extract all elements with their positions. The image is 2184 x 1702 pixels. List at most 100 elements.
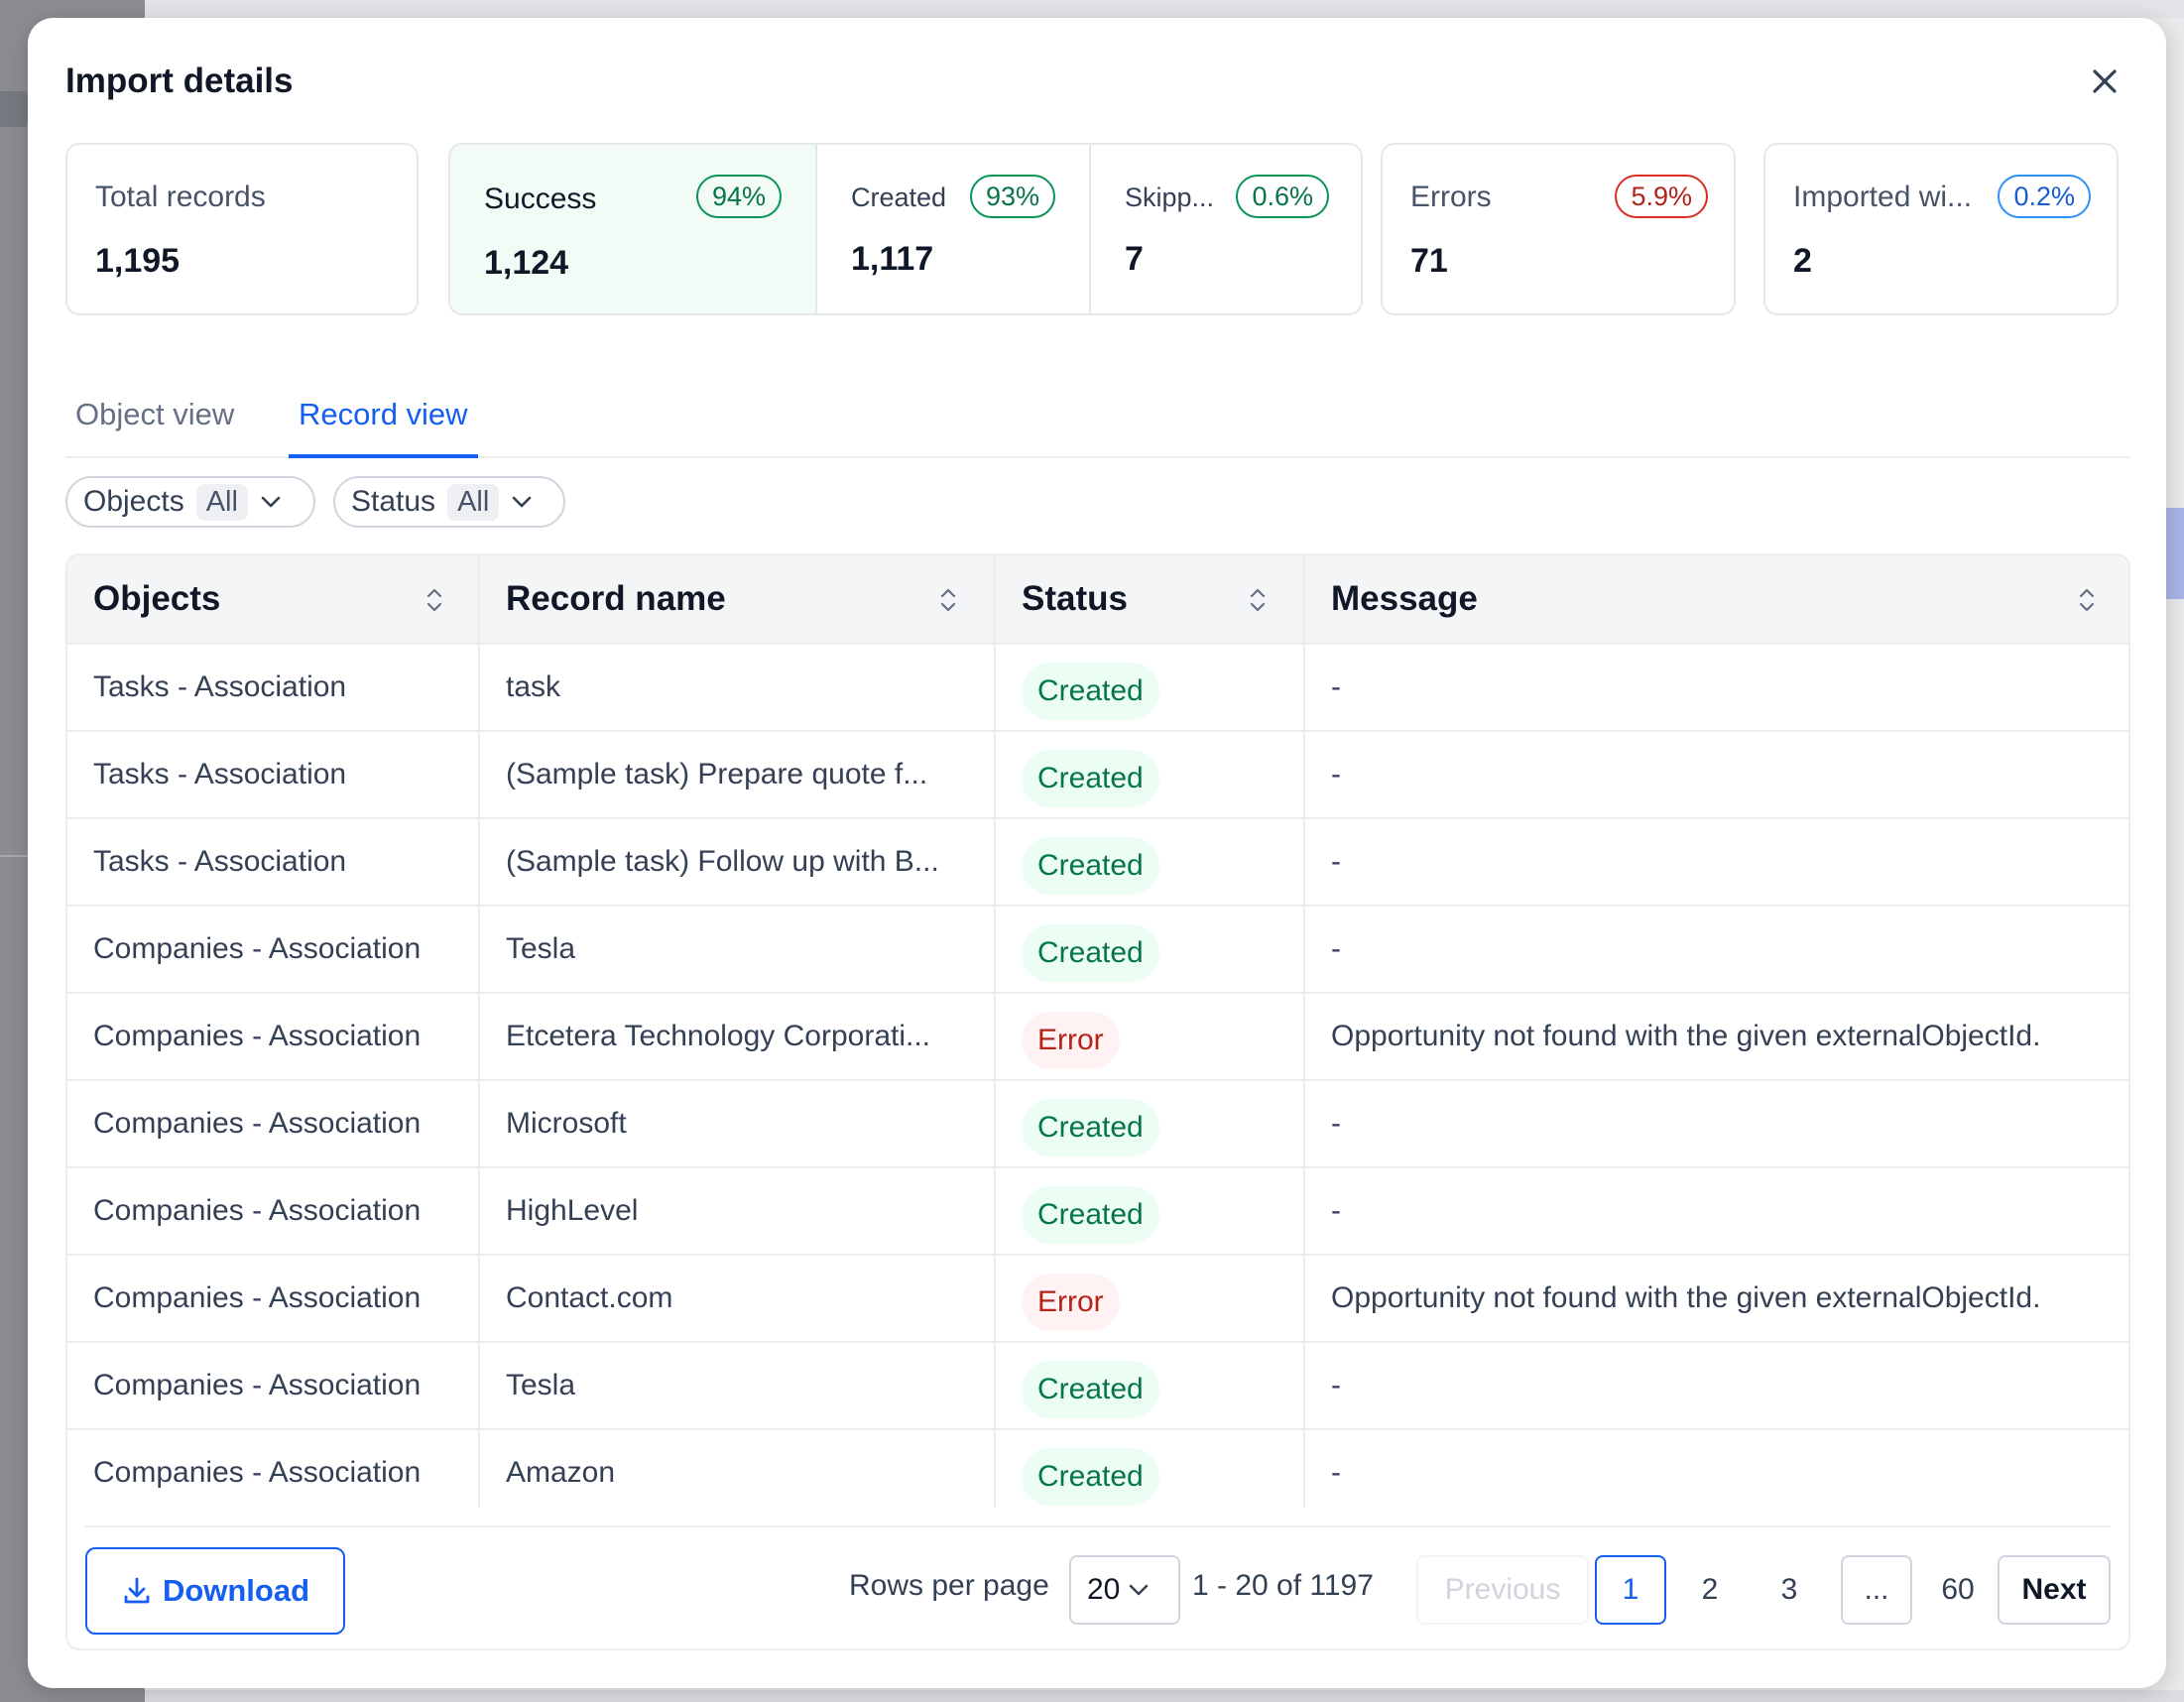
download-button[interactable]: Download xyxy=(85,1547,345,1635)
table-row[interactable]: Companies - Association Microsoft Created - xyxy=(67,1079,2128,1166)
stat-label: Created xyxy=(851,182,947,212)
cell-message: - xyxy=(1331,1107,1341,1140)
objects-filter[interactable]: Objects All xyxy=(65,476,315,528)
cell-status: Created xyxy=(996,1168,1303,1254)
stat-value: 71 xyxy=(1410,242,1448,280)
page-button-60[interactable]: 60 xyxy=(1922,1555,1994,1625)
cell-object: Companies - Association xyxy=(93,1369,422,1401)
stat-value: 2 xyxy=(1793,242,1812,280)
column-header-label: Message xyxy=(1331,579,1478,618)
table-row[interactable]: Companies - Association HighLevel Created - xyxy=(67,1166,2128,1254)
page-button-2[interactable]: 2 xyxy=(1674,1555,1746,1625)
sort-icon xyxy=(1250,588,1266,612)
stat-label: Total records xyxy=(95,181,266,213)
cell-message: - xyxy=(1331,1369,1341,1401)
cell-object: Companies - Association xyxy=(93,1107,422,1140)
column-header-status[interactable]: Status xyxy=(996,555,1303,643)
status-badge: Created xyxy=(1022,1186,1159,1244)
footer-divider xyxy=(85,1525,2111,1527)
cell-message: Opportunity not found with the given ext… xyxy=(1331,1020,2041,1052)
status-badge: Created xyxy=(1022,1099,1159,1156)
cell-message: Opportunity not found with the given ext… xyxy=(1331,1281,2041,1314)
cell-record-name: HighLevel xyxy=(506,1194,639,1227)
sort-icon xyxy=(426,588,442,612)
pagination-range: 1 - 20 of 1197 xyxy=(1192,1569,1374,1602)
stat-label: Skipp... xyxy=(1125,182,1215,212)
background-sidebar-item xyxy=(0,91,28,127)
stat-value: 7 xyxy=(1125,240,1144,278)
column-header-message[interactable]: Message xyxy=(1305,555,2128,643)
cell-object: Companies - Association xyxy=(93,1020,422,1052)
table-row[interactable]: Companies - Association Contact.com Error O… xyxy=(67,1254,2128,1341)
cell-record-name: Etcetera Technology Corporati... xyxy=(506,1020,931,1052)
cell-message: - xyxy=(1331,670,1341,703)
records-table: Objects Record name Status Message Tasks… xyxy=(65,553,2130,1650)
column-header-label: Status xyxy=(1022,579,1128,618)
column-header-record-name[interactable]: Record name xyxy=(480,555,994,643)
close-icon xyxy=(2093,69,2117,93)
download-label: Download xyxy=(162,1573,310,1608)
stat-cards: Total records 1,195 Success 94% 1,124 Cr… xyxy=(65,143,2130,315)
cell-status: Error xyxy=(996,994,1303,1079)
status-badge: Created xyxy=(1022,1448,1159,1506)
stat-card-success: Success 94% 1,124 xyxy=(450,145,817,313)
stat-percent-badge: 93% xyxy=(969,175,1055,218)
rows-per-page-value: 20 xyxy=(1087,1573,1121,1606)
stat-value: 1,117 xyxy=(851,240,934,278)
tab-record-view[interactable]: Record view xyxy=(289,397,478,458)
cell-message: - xyxy=(1331,932,1341,965)
cell-status: Created xyxy=(996,819,1303,905)
cell-object: Tasks - Association xyxy=(93,758,347,790)
cell-status: Created xyxy=(996,732,1303,817)
download-icon xyxy=(124,1577,150,1604)
view-tabs: Object view Record view xyxy=(65,367,2130,458)
page-button-1[interactable]: 1 xyxy=(1595,1555,1666,1625)
chevron-down-icon xyxy=(261,496,281,508)
stat-label: Errors xyxy=(1410,181,1492,213)
cell-record-name: task xyxy=(506,670,561,703)
cell-record-name: Tesla xyxy=(506,1369,576,1401)
table-row[interactable]: Companies - Association Amazon Created - xyxy=(67,1428,2128,1516)
sort-icon xyxy=(940,588,956,612)
page-button-3[interactable]: 3 xyxy=(1754,1555,1825,1625)
table-row[interactable]: Companies - Association Etcetera Technolo… xyxy=(67,992,2128,1079)
stat-label: Imported wi... xyxy=(1793,181,1973,213)
tab-object-view[interactable]: Object view xyxy=(65,397,244,454)
sort-icon xyxy=(2079,588,2095,612)
cell-message: - xyxy=(1331,1456,1341,1489)
status-filter[interactable]: Status All xyxy=(333,476,565,528)
cell-record-name: Contact.com xyxy=(506,1281,673,1314)
next-page-button[interactable]: Next xyxy=(1998,1555,2111,1625)
table-row[interactable]: Tasks - Association (Sample task) Prepare… xyxy=(67,730,2128,817)
table-row[interactable]: Tasks - Association (Sample task) Follow … xyxy=(67,817,2128,905)
filter-value: All xyxy=(447,483,500,521)
previous-page-button[interactable]: Previous xyxy=(1416,1555,1589,1625)
page-ellipsis-button[interactable]: ... xyxy=(1841,1555,1912,1625)
modal-title: Import details xyxy=(65,61,294,100)
table-row[interactable]: Companies - Association Tesla Created - xyxy=(67,1341,2128,1428)
cell-record-name: Microsoft xyxy=(506,1107,627,1140)
background-divider xyxy=(0,855,28,857)
cell-object: Companies - Association xyxy=(93,1194,422,1227)
column-header-objects[interactable]: Objects xyxy=(67,555,478,643)
chevron-down-icon xyxy=(512,496,532,508)
stat-percent-badge: 0.6% xyxy=(1236,175,1329,218)
status-badge: Created xyxy=(1022,663,1159,720)
status-badge: Created xyxy=(1022,750,1159,807)
cell-status: Created xyxy=(996,645,1303,730)
background-header xyxy=(145,0,2184,18)
stat-label: Success xyxy=(484,182,597,215)
cell-status: Error xyxy=(996,1256,1303,1341)
column-header-label: Objects xyxy=(93,579,221,618)
rows-per-page-select[interactable]: 20 xyxy=(1069,1555,1180,1625)
background-footer xyxy=(145,1690,2184,1702)
cell-record-name: (Sample task) Prepare quote f... xyxy=(506,758,928,790)
stat-percent-badge: 0.2% xyxy=(1998,175,2091,218)
cell-message: - xyxy=(1331,758,1341,790)
table-row[interactable]: Tasks - Association task Created - xyxy=(67,643,2128,730)
cell-status: Created xyxy=(996,907,1303,992)
status-badge: Created xyxy=(1022,1361,1159,1418)
close-button[interactable] xyxy=(2083,60,2126,103)
table-row[interactable]: Companies - Association Tesla Created - xyxy=(67,905,2128,992)
stat-value: 1,124 xyxy=(484,244,569,282)
